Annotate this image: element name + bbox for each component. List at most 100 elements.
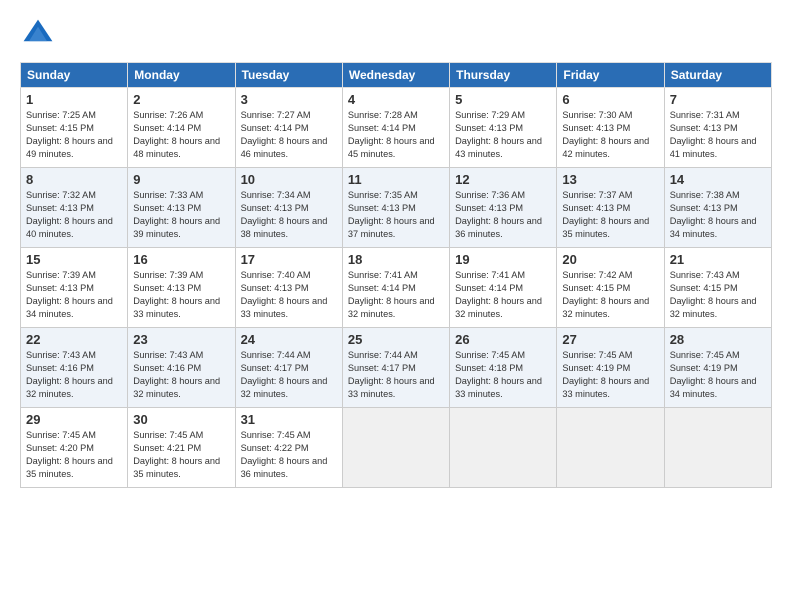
day-number: 28	[670, 332, 766, 347]
day-number: 1	[26, 92, 122, 107]
day-number: 24	[241, 332, 337, 347]
header-row: SundayMondayTuesdayWednesdayThursdayFrid…	[21, 63, 772, 88]
day-number: 23	[133, 332, 229, 347]
col-header-friday: Friday	[557, 63, 664, 88]
day-info: Sunrise: 7:43 AMSunset: 4:15 PMDaylight:…	[670, 269, 766, 321]
calendar-cell: 14 Sunrise: 7:38 AMSunset: 4:13 PMDaylig…	[664, 168, 771, 248]
day-info: Sunrise: 7:45 AMSunset: 4:22 PMDaylight:…	[241, 429, 337, 481]
day-info: Sunrise: 7:28 AMSunset: 4:14 PMDaylight:…	[348, 109, 444, 161]
day-number: 20	[562, 252, 658, 267]
day-info: Sunrise: 7:45 AMSunset: 4:19 PMDaylight:…	[562, 349, 658, 401]
calendar-cell: 2 Sunrise: 7:26 AMSunset: 4:14 PMDayligh…	[128, 88, 235, 168]
day-number: 21	[670, 252, 766, 267]
calendar-cell: 21 Sunrise: 7:43 AMSunset: 4:15 PMDaylig…	[664, 248, 771, 328]
day-number: 30	[133, 412, 229, 427]
header	[20, 16, 772, 52]
day-number: 27	[562, 332, 658, 347]
day-info: Sunrise: 7:30 AMSunset: 4:13 PMDaylight:…	[562, 109, 658, 161]
calendar-cell: 7 Sunrise: 7:31 AMSunset: 4:13 PMDayligh…	[664, 88, 771, 168]
calendar-cell: 6 Sunrise: 7:30 AMSunset: 4:13 PMDayligh…	[557, 88, 664, 168]
day-number: 22	[26, 332, 122, 347]
day-info: Sunrise: 7:26 AMSunset: 4:14 PMDaylight:…	[133, 109, 229, 161]
day-info: Sunrise: 7:27 AMSunset: 4:14 PMDaylight:…	[241, 109, 337, 161]
calendar-cell: 16 Sunrise: 7:39 AMSunset: 4:13 PMDaylig…	[128, 248, 235, 328]
calendar-cell: 19 Sunrise: 7:41 AMSunset: 4:14 PMDaylig…	[450, 248, 557, 328]
calendar-cell	[342, 408, 449, 488]
calendar-cell: 11 Sunrise: 7:35 AMSunset: 4:13 PMDaylig…	[342, 168, 449, 248]
calendar-cell: 9 Sunrise: 7:33 AMSunset: 4:13 PMDayligh…	[128, 168, 235, 248]
calendar-cell	[450, 408, 557, 488]
day-number: 6	[562, 92, 658, 107]
day-info: Sunrise: 7:45 AMSunset: 4:20 PMDaylight:…	[26, 429, 122, 481]
day-number: 7	[670, 92, 766, 107]
day-info: Sunrise: 7:45 AMSunset: 4:21 PMDaylight:…	[133, 429, 229, 481]
col-header-sunday: Sunday	[21, 63, 128, 88]
day-number: 17	[241, 252, 337, 267]
day-number: 3	[241, 92, 337, 107]
day-info: Sunrise: 7:40 AMSunset: 4:13 PMDaylight:…	[241, 269, 337, 321]
page: SundayMondayTuesdayWednesdayThursdayFrid…	[0, 0, 792, 612]
day-info: Sunrise: 7:33 AMSunset: 4:13 PMDaylight:…	[133, 189, 229, 241]
week-row-4: 22 Sunrise: 7:43 AMSunset: 4:16 PMDaylig…	[21, 328, 772, 408]
calendar-cell: 15 Sunrise: 7:39 AMSunset: 4:13 PMDaylig…	[21, 248, 128, 328]
week-row-2: 8 Sunrise: 7:32 AMSunset: 4:13 PMDayligh…	[21, 168, 772, 248]
calendar-cell: 10 Sunrise: 7:34 AMSunset: 4:13 PMDaylig…	[235, 168, 342, 248]
day-info: Sunrise: 7:41 AMSunset: 4:14 PMDaylight:…	[455, 269, 551, 321]
col-header-saturday: Saturday	[664, 63, 771, 88]
day-info: Sunrise: 7:45 AMSunset: 4:18 PMDaylight:…	[455, 349, 551, 401]
col-header-thursday: Thursday	[450, 63, 557, 88]
day-info: Sunrise: 7:43 AMSunset: 4:16 PMDaylight:…	[133, 349, 229, 401]
day-number: 19	[455, 252, 551, 267]
day-info: Sunrise: 7:41 AMSunset: 4:14 PMDaylight:…	[348, 269, 444, 321]
week-row-5: 29 Sunrise: 7:45 AMSunset: 4:20 PMDaylig…	[21, 408, 772, 488]
calendar-cell: 17 Sunrise: 7:40 AMSunset: 4:13 PMDaylig…	[235, 248, 342, 328]
day-info: Sunrise: 7:35 AMSunset: 4:13 PMDaylight:…	[348, 189, 444, 241]
day-info: Sunrise: 7:37 AMSunset: 4:13 PMDaylight:…	[562, 189, 658, 241]
calendar-cell: 28 Sunrise: 7:45 AMSunset: 4:19 PMDaylig…	[664, 328, 771, 408]
calendar-cell: 29 Sunrise: 7:45 AMSunset: 4:20 PMDaylig…	[21, 408, 128, 488]
calendar-table: SundayMondayTuesdayWednesdayThursdayFrid…	[20, 62, 772, 488]
day-number: 2	[133, 92, 229, 107]
day-number: 15	[26, 252, 122, 267]
day-info: Sunrise: 7:25 AMSunset: 4:15 PMDaylight:…	[26, 109, 122, 161]
logo-icon	[20, 16, 56, 52]
day-number: 10	[241, 172, 337, 187]
day-number: 16	[133, 252, 229, 267]
day-number: 31	[241, 412, 337, 427]
col-header-tuesday: Tuesday	[235, 63, 342, 88]
week-row-3: 15 Sunrise: 7:39 AMSunset: 4:13 PMDaylig…	[21, 248, 772, 328]
calendar-cell: 12 Sunrise: 7:36 AMSunset: 4:13 PMDaylig…	[450, 168, 557, 248]
day-number: 26	[455, 332, 551, 347]
calendar-cell: 23 Sunrise: 7:43 AMSunset: 4:16 PMDaylig…	[128, 328, 235, 408]
calendar-cell: 30 Sunrise: 7:45 AMSunset: 4:21 PMDaylig…	[128, 408, 235, 488]
day-number: 13	[562, 172, 658, 187]
day-info: Sunrise: 7:44 AMSunset: 4:17 PMDaylight:…	[241, 349, 337, 401]
calendar-cell: 4 Sunrise: 7:28 AMSunset: 4:14 PMDayligh…	[342, 88, 449, 168]
calendar-cell: 26 Sunrise: 7:45 AMSunset: 4:18 PMDaylig…	[450, 328, 557, 408]
day-number: 25	[348, 332, 444, 347]
calendar-cell: 31 Sunrise: 7:45 AMSunset: 4:22 PMDaylig…	[235, 408, 342, 488]
calendar-cell: 1 Sunrise: 7:25 AMSunset: 4:15 PMDayligh…	[21, 88, 128, 168]
day-info: Sunrise: 7:45 AMSunset: 4:19 PMDaylight:…	[670, 349, 766, 401]
day-info: Sunrise: 7:36 AMSunset: 4:13 PMDaylight:…	[455, 189, 551, 241]
day-info: Sunrise: 7:39 AMSunset: 4:13 PMDaylight:…	[26, 269, 122, 321]
calendar-cell	[557, 408, 664, 488]
week-row-1: 1 Sunrise: 7:25 AMSunset: 4:15 PMDayligh…	[21, 88, 772, 168]
calendar-cell: 5 Sunrise: 7:29 AMSunset: 4:13 PMDayligh…	[450, 88, 557, 168]
day-info: Sunrise: 7:39 AMSunset: 4:13 PMDaylight:…	[133, 269, 229, 321]
day-info: Sunrise: 7:32 AMSunset: 4:13 PMDaylight:…	[26, 189, 122, 241]
day-number: 14	[670, 172, 766, 187]
day-info: Sunrise: 7:42 AMSunset: 4:15 PMDaylight:…	[562, 269, 658, 321]
day-info: Sunrise: 7:31 AMSunset: 4:13 PMDaylight:…	[670, 109, 766, 161]
calendar-cell: 18 Sunrise: 7:41 AMSunset: 4:14 PMDaylig…	[342, 248, 449, 328]
day-number: 5	[455, 92, 551, 107]
calendar-cell	[664, 408, 771, 488]
calendar-cell: 27 Sunrise: 7:45 AMSunset: 4:19 PMDaylig…	[557, 328, 664, 408]
calendar-cell: 3 Sunrise: 7:27 AMSunset: 4:14 PMDayligh…	[235, 88, 342, 168]
calendar-cell: 20 Sunrise: 7:42 AMSunset: 4:15 PMDaylig…	[557, 248, 664, 328]
calendar-cell: 22 Sunrise: 7:43 AMSunset: 4:16 PMDaylig…	[21, 328, 128, 408]
calendar-cell: 24 Sunrise: 7:44 AMSunset: 4:17 PMDaylig…	[235, 328, 342, 408]
calendar-cell: 8 Sunrise: 7:32 AMSunset: 4:13 PMDayligh…	[21, 168, 128, 248]
calendar-cell: 25 Sunrise: 7:44 AMSunset: 4:17 PMDaylig…	[342, 328, 449, 408]
day-number: 11	[348, 172, 444, 187]
